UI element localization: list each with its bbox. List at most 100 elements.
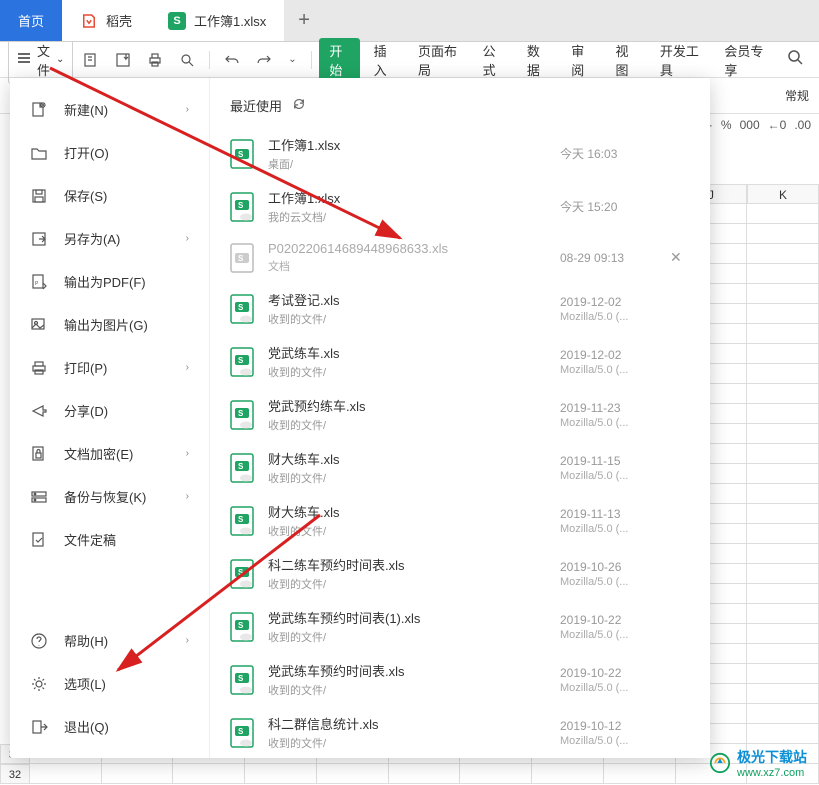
recent-file-item[interactable]: S考试登记.xls收到的文件/2019-12-02Mozilla/5.0 (..… bbox=[210, 282, 710, 335]
redo-icon[interactable] bbox=[250, 48, 278, 72]
recent-file-date: 2019-11-13 bbox=[560, 507, 670, 521]
svg-text:S: S bbox=[238, 201, 244, 210]
hamburger-icon bbox=[17, 51, 31, 68]
menu-item-encrypt[interactable]: 文档加密(E)› bbox=[10, 432, 209, 475]
menu-item-open[interactable]: 打开(O) bbox=[10, 131, 209, 174]
preview-icon[interactable] bbox=[173, 48, 201, 72]
new-doc-icon[interactable] bbox=[77, 48, 105, 72]
recent-file-item[interactable]: S科二练车预约时间表.xls收到的文件/2019-10-26Mozilla/5.… bbox=[210, 547, 710, 600]
recent-file-date: 2019-10-22 bbox=[560, 666, 670, 680]
toolbar: 文件 ⌄ ⌄ 开始 插入 页面布局 公式 数据 审阅 视图 开发工具 会员专享 bbox=[0, 42, 819, 78]
tab-workbook[interactable]: S 工作簿1.xlsx bbox=[150, 0, 284, 41]
recent-file-path: 我的云文档/ bbox=[268, 209, 560, 225]
chevron-right-icon: › bbox=[186, 362, 189, 373]
file-type-icon: S bbox=[230, 192, 254, 222]
docer-icon bbox=[80, 12, 98, 30]
ribbon-tab-formula[interactable]: 公式 bbox=[473, 37, 513, 83]
menu-item-print[interactable]: 打印(P) › bbox=[10, 346, 209, 389]
file-type-icon: S bbox=[230, 506, 254, 536]
menu-item-save[interactable]: 保存(S) bbox=[10, 174, 209, 217]
share-icon bbox=[30, 402, 50, 420]
menu-item-label: 另存为(A) bbox=[64, 229, 120, 248]
thousands-button[interactable]: 000 bbox=[740, 118, 760, 132]
col-header-k[interactable]: K bbox=[747, 184, 819, 204]
print-icon[interactable] bbox=[141, 48, 169, 72]
recent-file-path: 收到的文件/ bbox=[268, 311, 560, 327]
recent-file-date: 2019-11-23 bbox=[560, 401, 670, 415]
recent-files-label: 最近使用 bbox=[230, 96, 282, 115]
ribbon-tab-vip[interactable]: 会员专享 bbox=[714, 37, 775, 83]
file-menu-left: 新建(N)›打开(O)保存(S)另存为(A)›P输出为PDF(F)输出为图片(G… bbox=[10, 78, 210, 758]
recent-file-agent: Mozilla/5.0 (... bbox=[560, 735, 670, 747]
recent-file-item[interactable]: S党武练车.xls收到的文件/2019-12-02Mozilla/5.0 (..… bbox=[210, 335, 710, 388]
chevron-right-icon: › bbox=[186, 448, 189, 459]
watermark: 极光下载站 www.xz7.com bbox=[709, 747, 807, 779]
recent-file-item[interactable]: S党武练车预约时间表(1).xls收到的文件/2019-10-22Mozilla… bbox=[210, 600, 710, 653]
menu-item-label: 打印(P) bbox=[64, 358, 107, 377]
file-menu-button[interactable]: 文件 ⌄ bbox=[8, 36, 73, 84]
open-icon bbox=[30, 144, 50, 162]
menu-item-label: 选项(L) bbox=[64, 674, 106, 693]
format-group-label: 常规 bbox=[785, 87, 809, 104]
undo-icon[interactable] bbox=[218, 48, 246, 72]
menu-item-pdf[interactable]: P输出为PDF(F) bbox=[10, 260, 209, 303]
svg-text:S: S bbox=[238, 568, 244, 577]
search-icon[interactable] bbox=[779, 45, 811, 74]
recent-file-item[interactable]: S工作簿1.xlsx我的云文档/今天 15:20✕ bbox=[210, 180, 710, 233]
refresh-icon[interactable] bbox=[292, 97, 306, 114]
svg-text:P: P bbox=[35, 281, 39, 287]
menu-item-image[interactable]: 输出为图片(G) bbox=[10, 303, 209, 346]
increase-decimal-button[interactable]: .00 bbox=[794, 118, 811, 132]
menu-item-saveas[interactable]: 另存为(A)› bbox=[10, 217, 209, 260]
ribbon-tab-review[interactable]: 审阅 bbox=[561, 37, 601, 83]
ribbon-tab-devtools[interactable]: 开发工具 bbox=[650, 37, 711, 83]
recent-file-item[interactable]: SP020220614689448968633.xls文档08-29 09:13… bbox=[210, 233, 710, 282]
recent-file-item[interactable]: S财大练车.xls收到的文件/2019-11-13Mozilla/5.0 (..… bbox=[210, 494, 710, 547]
recent-file-item[interactable]: S党武预约练车.xls收到的文件/2019-11-23Mozilla/5.0 (… bbox=[210, 388, 710, 441]
ribbon-tab-pagelayout[interactable]: 页面布局 bbox=[408, 37, 469, 83]
svg-text:S: S bbox=[238, 254, 244, 263]
exit-icon bbox=[30, 718, 50, 736]
ribbon-tab-start[interactable]: 开始 bbox=[319, 38, 359, 82]
recent-file-date: 2019-12-02 bbox=[560, 348, 670, 362]
menu-item-label: 打开(O) bbox=[64, 143, 109, 162]
open-icon[interactable] bbox=[109, 48, 137, 72]
print-icon bbox=[30, 359, 50, 377]
ribbon-tab-data[interactable]: 数据 bbox=[517, 37, 557, 83]
svg-text:S: S bbox=[238, 462, 244, 471]
close-icon[interactable]: ✕ bbox=[670, 249, 690, 266]
menu-item-new[interactable]: 新建(N)› bbox=[10, 88, 209, 131]
recent-file-item[interactable]: S工作簿1.xlsx桌面/今天 16:03✕ bbox=[210, 127, 710, 180]
menu-item-help[interactable]: 帮助(H)› bbox=[10, 619, 209, 662]
recent-file-agent: Mozilla/5.0 (... bbox=[560, 682, 670, 694]
menu-item-finalize[interactable]: 文件定稿 bbox=[10, 518, 209, 561]
recent-file-name: 考试登记.xls bbox=[268, 290, 560, 309]
decrease-decimal-button[interactable]: ←0 bbox=[768, 118, 787, 132]
recent-file-path: 收到的文件/ bbox=[268, 629, 560, 645]
menu-item-backup[interactable]: 备份与恢复(K)› bbox=[10, 475, 209, 518]
menu-item-exit[interactable]: 退出(Q) bbox=[10, 705, 209, 748]
recent-file-item[interactable]: S财大练车.xls收到的文件/2019-11-15Mozilla/5.0 (..… bbox=[210, 441, 710, 494]
tab-daoke[interactable]: 稻壳 bbox=[62, 0, 150, 41]
ribbon-tab-insert[interactable]: 插入 bbox=[364, 37, 404, 83]
ribbon-tab-view[interactable]: 视图 bbox=[606, 37, 646, 83]
recent-file-date: 2019-10-22 bbox=[560, 613, 670, 627]
tab-add-button[interactable]: + bbox=[284, 0, 324, 41]
chevron-down-icon: ⌄ bbox=[56, 54, 64, 65]
menu-item-share[interactable]: 分享(D) bbox=[10, 389, 209, 432]
percent-button[interactable]: % bbox=[721, 118, 732, 132]
redo-chevron-icon[interactable]: ⌄ bbox=[282, 50, 302, 69]
menu-item-label: 分享(D) bbox=[64, 401, 108, 420]
svg-text:S: S bbox=[238, 356, 244, 365]
recent-file-date: 2019-10-26 bbox=[560, 560, 670, 574]
tab-home[interactable]: 首页 bbox=[0, 0, 62, 41]
row-header-32[interactable]: 32 bbox=[0, 764, 30, 784]
recent-file-date: 2019-11-15 bbox=[560, 454, 670, 468]
recent-file-item[interactable]: S党武练车预约时间表.xls收到的文件/2019-10-22Mozilla/5.… bbox=[210, 653, 710, 706]
recent-file-path: 收到的文件/ bbox=[268, 735, 560, 751]
watermark-logo-icon bbox=[709, 752, 731, 774]
menu-item-label: 文件定稿 bbox=[64, 530, 116, 549]
menu-item-options[interactable]: 选项(L) bbox=[10, 662, 209, 705]
help-icon bbox=[30, 632, 50, 650]
recent-file-item[interactable]: S科二群信息统计.xls收到的文件/2019-10-12Mozilla/5.0 … bbox=[210, 706, 710, 758]
